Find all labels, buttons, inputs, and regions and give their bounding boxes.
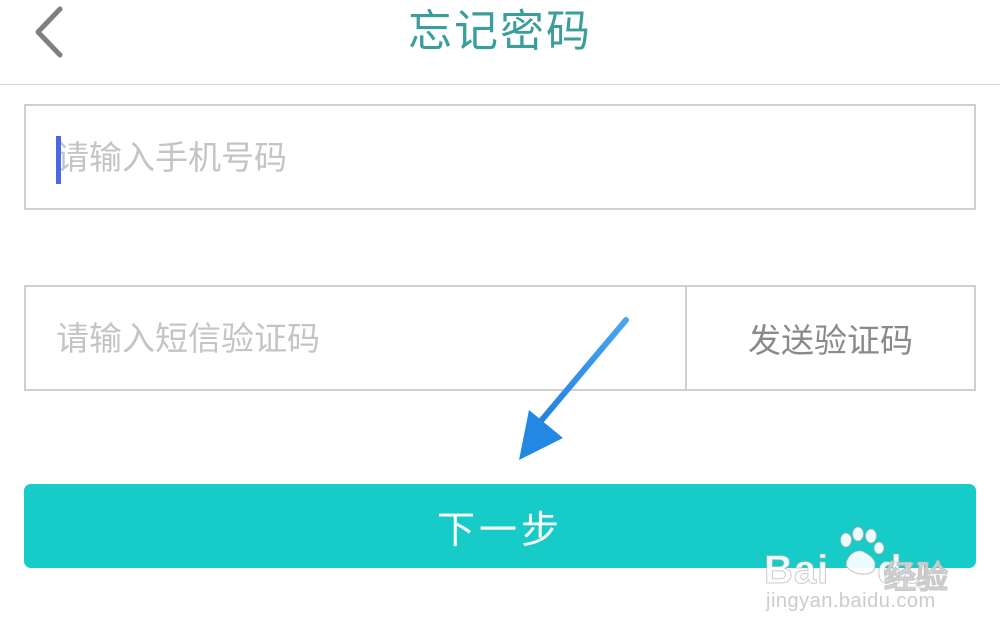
phone-input[interactable] bbox=[56, 106, 936, 208]
paw-icon bbox=[839, 526, 885, 575]
watermark-url: jingyan.baidu.com bbox=[766, 590, 936, 612]
sms-code-field: 发送验证码 bbox=[24, 285, 976, 391]
send-code-button[interactable]: 发送验证码 bbox=[687, 287, 974, 389]
arrow-annotation-icon bbox=[519, 317, 629, 460]
phone-field[interactable] bbox=[24, 104, 976, 210]
header-bar: 忘记密码 bbox=[0, 0, 1000, 85]
baidu-jingyan-watermark: Bai du 经验 jingyan.baidu.com bbox=[760, 520, 960, 620]
page-title: 忘记密码 bbox=[408, 6, 592, 57]
text-caret bbox=[56, 136, 61, 184]
forgot-password-page: 忘记密码 发送验证码 下一步 Baidu bbox=[0, 0, 1000, 634]
